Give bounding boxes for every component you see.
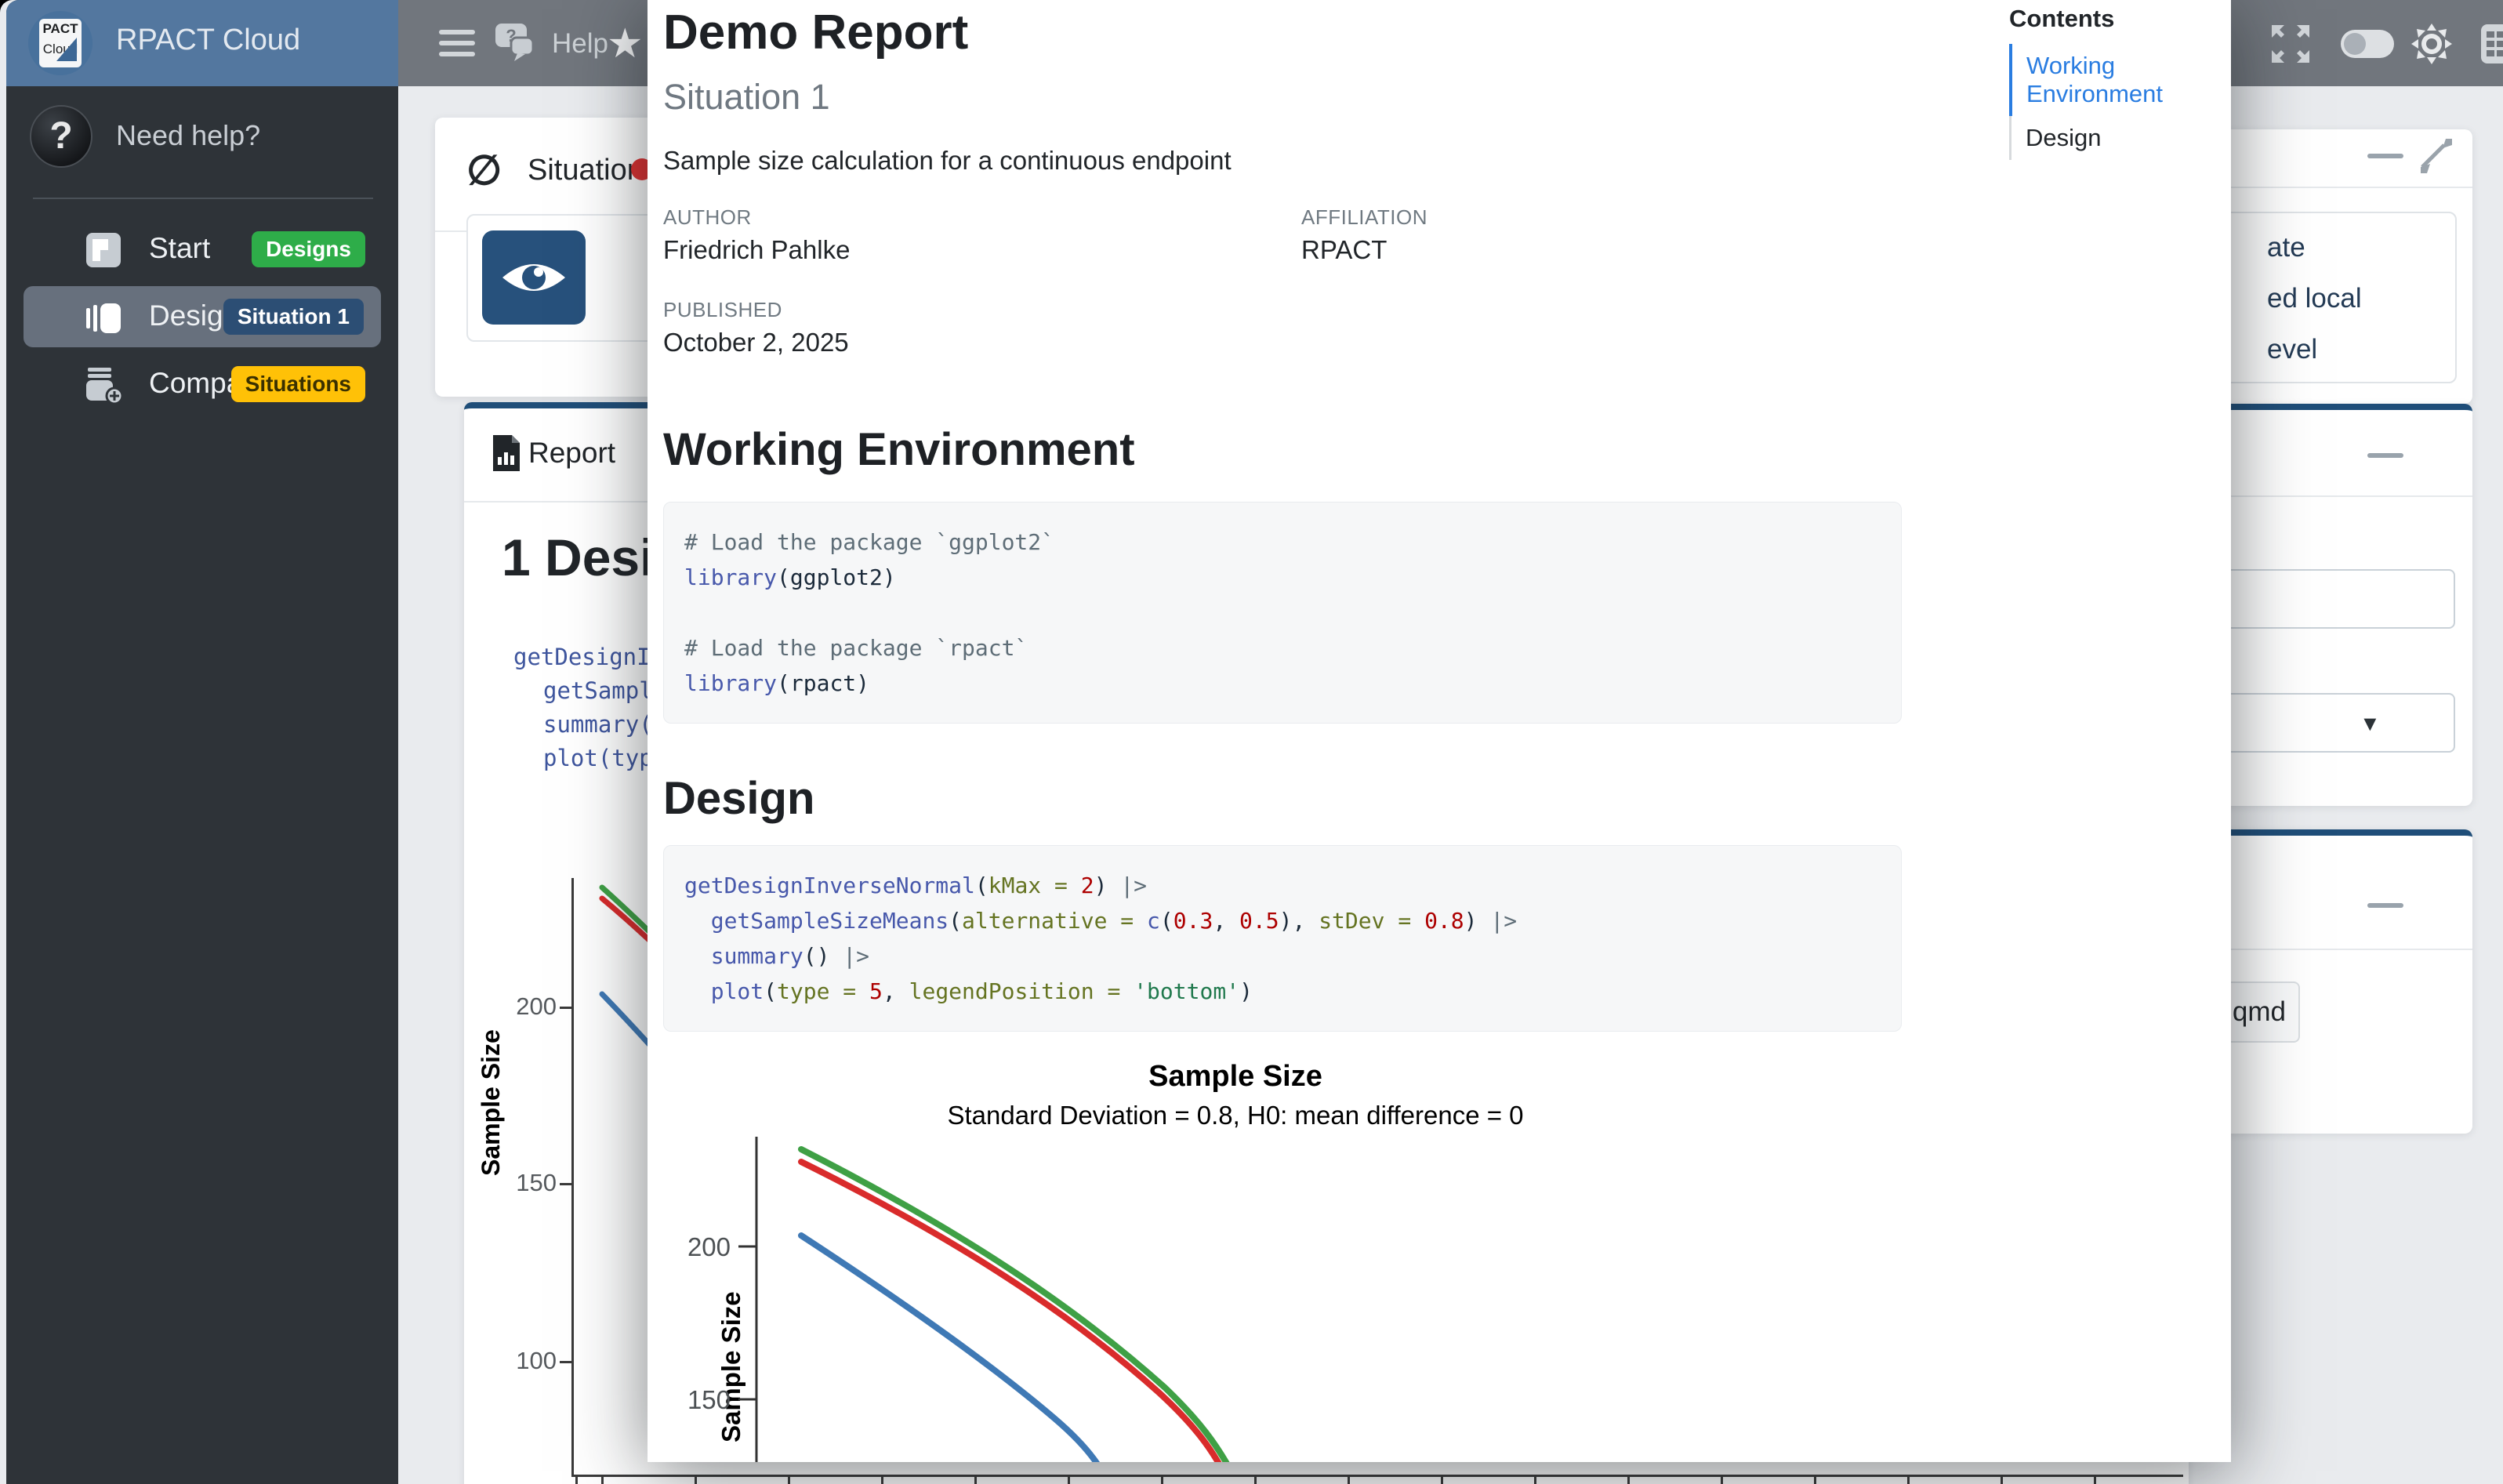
- table-of-contents: Contents Working Environment Design: [2009, 5, 2221, 160]
- section-heading-design: Design: [663, 772, 814, 825]
- code-block-design: getDesignInverseNormal(kMax = 2) |> getS…: [663, 845, 1902, 1032]
- background-chart-curves: [573, 862, 648, 1482]
- empty-set-icon: ∅: [466, 147, 502, 194]
- affiliation-value: RPACT: [1301, 235, 1387, 265]
- app-window: ? Help ★: [0, 0, 2503, 1484]
- situations-badge: Situations: [231, 366, 365, 402]
- sidebar-item-label: Start: [149, 232, 210, 265]
- bg-ytick-200: 200: [470, 992, 557, 1021]
- toc-item-design[interactable]: Design: [2009, 116, 2221, 160]
- published-label: PUBLISHED: [663, 298, 782, 322]
- toc-title: Contents: [2009, 5, 2221, 33]
- bg-ytick-100: 100: [470, 1347, 557, 1375]
- code-block-working-environment: # Load the package `ggplot2`library(ggpl…: [663, 502, 1902, 724]
- background-report-heading: 1 Desi: [502, 528, 654, 587]
- toc-item-working-environment[interactable]: Working Environment: [2009, 44, 2221, 116]
- dialog-title: Demo Report: [663, 5, 968, 60]
- rpact-logo: PACT Cloud: [28, 11, 93, 75]
- logo-triangle: [56, 38, 77, 61]
- brand-title: RPACT Cloud: [116, 24, 300, 57]
- dialog-subtitle: Situation 1: [663, 77, 830, 118]
- author-value: Friedrich Pahlke: [663, 235, 850, 265]
- affiliation-label: AFFILIATION: [1301, 205, 1427, 230]
- minimize-icon[interactable]: [2367, 903, 2403, 908]
- chat-question-icon: ?: [491, 17, 541, 66]
- ytick-150: 150: [687, 1385, 731, 1414]
- bg-ytick-150: 150: [470, 1169, 557, 1197]
- dialog-description: Sample size calculation for a continuous…: [663, 146, 1232, 176]
- option-line[interactable]: evel: [2267, 334, 2317, 365]
- grid-apps-icon[interactable]: [2480, 24, 2503, 68]
- minimize-icon[interactable]: [2367, 154, 2403, 158]
- sidebar-item-design[interactable]: Design Situation 1: [24, 286, 381, 347]
- need-help-label: Need help?: [116, 119, 260, 152]
- report-doc-icon: [490, 434, 523, 473]
- author-label: AUTHOR: [663, 205, 752, 230]
- published-value: October 2, 2025: [663, 328, 849, 357]
- sample-size-plot: 200 150: [648, 1129, 2231, 1462]
- sidebar-item-compare[interactable]: Compare Situations: [6, 354, 398, 415]
- settings-sun-icon[interactable]: [2410, 22, 2454, 70]
- compare-icon: [85, 366, 122, 404]
- expand-icon[interactable]: [2414, 137, 2452, 175]
- fullscreen-icon[interactable]: [2270, 24, 2311, 68]
- demo-report-dialog: Demo Report Situation 1 Sample size calc…: [648, 0, 2231, 1462]
- section-heading-working-environment: Working Environment: [663, 423, 1135, 476]
- sidebar: PACT Cloud RPACT Cloud ? Need help? Star…: [6, 0, 398, 1484]
- plot-subtitle: Standard Deviation = 0.8, H0: mean diffe…: [648, 1101, 1823, 1130]
- background-chart-xticks: [571, 1477, 2183, 1484]
- eye-icon: [482, 230, 586, 325]
- sidebar-brand-header[interactable]: PACT Cloud RPACT Cloud: [6, 0, 398, 86]
- red-curve: [801, 1162, 1223, 1462]
- chevron-down-icon: ▼: [2360, 712, 2381, 736]
- eye-tile: [482, 230, 586, 325]
- need-help-item[interactable]: ? Need help?: [6, 100, 398, 193]
- situation-badge: Situation 1: [223, 299, 364, 335]
- sidebar-item-start[interactable]: Start Designs: [6, 219, 398, 280]
- option-line[interactable]: ate: [2267, 232, 2305, 263]
- design-icon: [85, 299, 122, 336]
- logo-text-top: PACT: [39, 19, 82, 39]
- minimize-icon[interactable]: [2367, 453, 2403, 458]
- favorite-star-icon[interactable]: ★: [607, 24, 644, 64]
- start-icon: [85, 231, 122, 269]
- bg-code-line: getDesignIn: [513, 644, 664, 670]
- report-tab[interactable]: Report: [528, 437, 615, 470]
- help-label[interactable]: Help: [552, 28, 608, 60]
- theme-toggle-switch[interactable]: [2341, 30, 2394, 58]
- option-line[interactable]: ed local: [2267, 283, 2362, 314]
- ytick-200: 200: [687, 1232, 731, 1261]
- designs-badge: Designs: [252, 231, 365, 267]
- toggle-knob: [2344, 33, 2366, 55]
- sidebar-divider: [33, 198, 373, 199]
- plot-title: Sample Size: [648, 1060, 1823, 1094]
- help-button[interactable]: ?: [491, 17, 541, 70]
- question-mark-icon: ?: [30, 105, 93, 168]
- hamburger-menu-icon[interactable]: [439, 24, 475, 63]
- blue-curve: [801, 1235, 1101, 1462]
